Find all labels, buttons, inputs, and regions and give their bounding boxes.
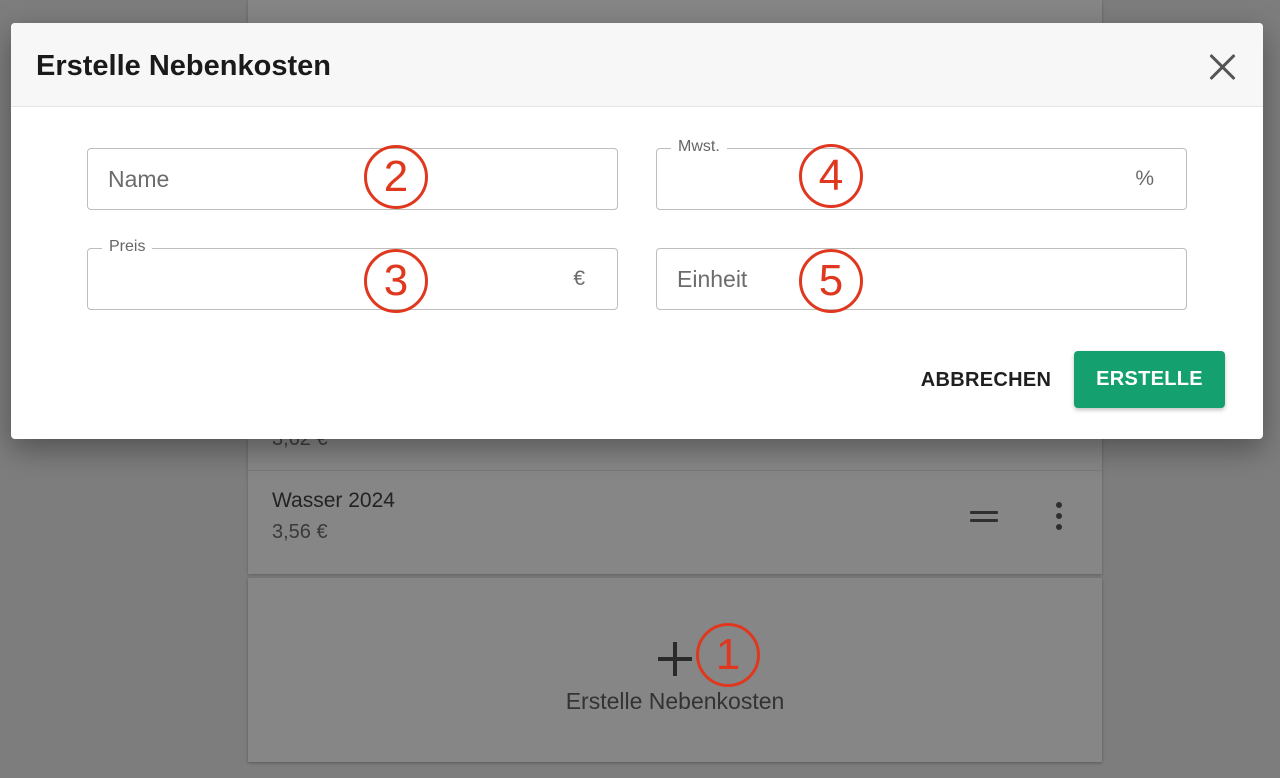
annotation-marker-5: 5	[799, 249, 863, 313]
einheit-input[interactable]	[677, 249, 1077, 309]
list-item-price: 3,56 €	[272, 521, 328, 543]
name-field[interactable]	[87, 148, 618, 210]
drag-handle-icon[interactable]	[970, 511, 998, 523]
mwst-input[interactable]	[677, 149, 1077, 209]
more-vert-icon[interactable]	[1054, 502, 1064, 532]
list-item[interactable]: Wasser 2024 3,56 €	[248, 470, 1102, 574]
cancel-button[interactable]: ABBRECHEN	[911, 353, 1061, 407]
annotation-marker-3: 3	[364, 249, 428, 313]
annotation-marker-2: 2	[364, 145, 428, 209]
name-input[interactable]	[108, 149, 508, 209]
add-nebenkosten-label: Erstelle Nebenkosten	[565, 688, 785, 714]
create-button[interactable]: ERSTELLE	[1074, 351, 1225, 408]
preis-input[interactable]	[108, 249, 508, 309]
dialog-header: Erstelle Nebenkosten	[11, 23, 1263, 107]
annotation-marker-1: 1	[696, 623, 760, 687]
annotation-marker-4: 4	[799, 144, 863, 208]
plus-icon	[658, 642, 692, 676]
percent-suffix: %	[1135, 167, 1154, 190]
euro-suffix: €	[573, 267, 585, 290]
preis-field[interactable]: Preis €	[87, 238, 618, 310]
list-item-title: Wasser 2024	[272, 489, 395, 512]
mwst-field[interactable]: Mwst. %	[656, 138, 1187, 210]
dialog-title: Erstelle Nebenkosten	[36, 50, 331, 82]
close-icon[interactable]	[1209, 53, 1237, 81]
einheit-field[interactable]	[656, 248, 1187, 310]
add-nebenkosten-card[interactable]: Erstelle Nebenkosten	[248, 578, 1102, 762]
create-nebenkosten-dialog: Erstelle Nebenkosten Mwst. % Preis € ABB…	[11, 23, 1263, 439]
